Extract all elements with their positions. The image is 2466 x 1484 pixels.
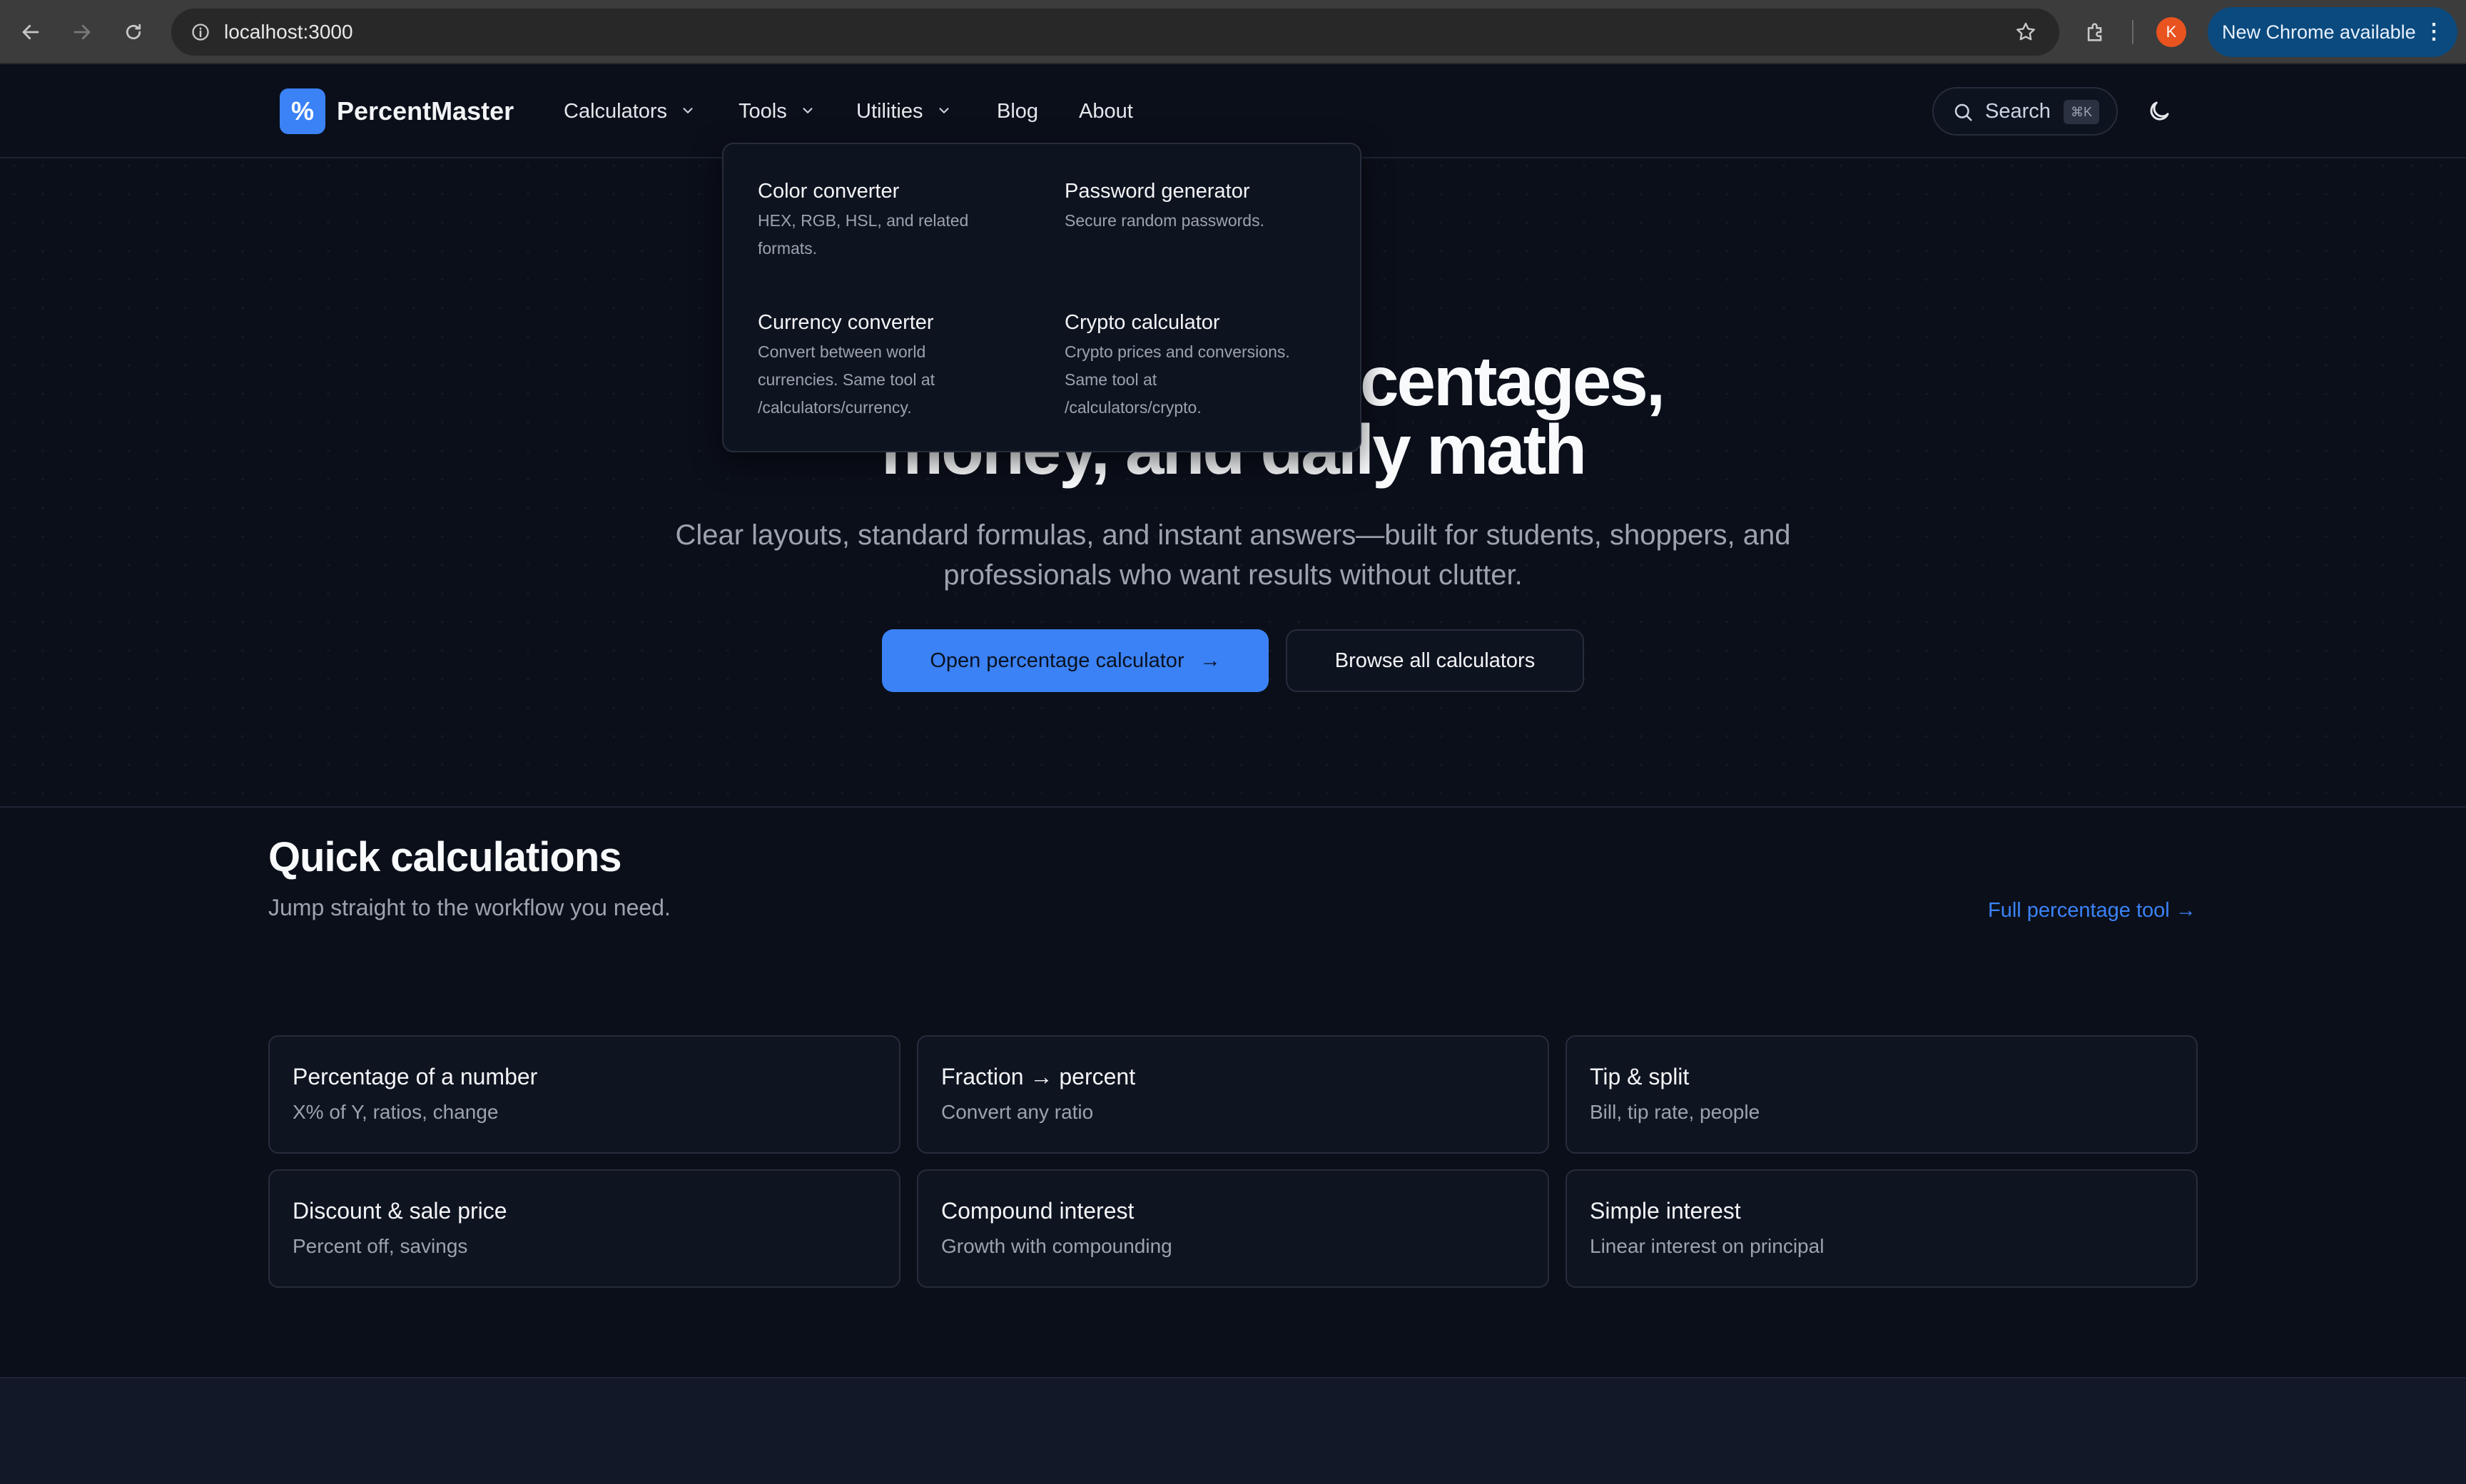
hero-subtitle: Clear layouts, standard formulas, and in…	[642, 515, 1824, 595]
search-label: Search	[1985, 100, 2051, 123]
quick-card-tip-split[interactable]: Tip & split Bill, tip rate, people	[1566, 1035, 2198, 1154]
quick-card-percentage-of-number[interactable]: Percentage of a number X% of Y, ratios, …	[268, 1035, 900, 1154]
more-menu-icon[interactable]: ⋮	[2423, 7, 2445, 57]
search-button[interactable]: Search ⌘K	[1932, 87, 2118, 136]
menu-item-description: Crypto prices and conversions. Same tool…	[1065, 338, 1343, 422]
quick-card-fraction-percent[interactable]: Fraction → percent Convert any ratio	[917, 1035, 1549, 1154]
card-title: Percentage of a number	[293, 1064, 538, 1089]
desc-line: Same tool at	[1065, 370, 1157, 389]
open-percentage-calculator-button[interactable]: Open percentage calculator →	[882, 629, 1269, 692]
desc-line: Secure random passwords.	[1065, 211, 1264, 230]
menu-item-description: Secure random passwords.	[1065, 207, 1343, 235]
desc-line: currencies. Same tool at	[758, 370, 935, 389]
nav-about[interactable]: About	[1079, 90, 1133, 133]
next-section	[0, 1378, 2466, 1484]
desc-line: HEX, RGB, HSL, and related	[758, 211, 969, 230]
back-icon[interactable]	[13, 14, 49, 50]
hero-subtitle-line-2: professionals who want results without c…	[943, 559, 1523, 591]
nav-calculators[interactable]: Calculators	[564, 90, 696, 133]
menu-item-currency-converter[interactable]: Currency converter Convert between world…	[758, 308, 1036, 422]
extensions-icon[interactable]	[2078, 14, 2114, 50]
nav-tools-label: Tools	[739, 100, 787, 123]
reload-icon[interactable]	[116, 14, 151, 50]
address-bar[interactable]: localhost:3000	[171, 9, 2059, 56]
card-title: Discount & sale price	[293, 1198, 507, 1224]
desc-line: Crypto prices and conversions.	[1065, 342, 1290, 361]
quick-card-compound-interest[interactable]: Compound interest Growth with compoundin…	[917, 1169, 1549, 1288]
nav-tools[interactable]: Tools	[739, 90, 816, 133]
browser-toolbar: localhost:3000 K New Chrome available ⋮	[0, 0, 2466, 64]
chrome-update-button[interactable]: New Chrome available ⋮	[2208, 7, 2457, 57]
card-description: Linear interest on principal	[1590, 1235, 1825, 1257]
theme-toggle-moon-icon[interactable]	[2141, 93, 2178, 130]
hero-title-fragment: centages,	[1360, 342, 1665, 420]
full-percentage-tool-link[interactable]: Full percentage tool →	[1988, 895, 2196, 926]
quick-calculations-subtitle: Jump straight to the workflow you need.	[268, 895, 671, 920]
menu-item-title: Color converter	[758, 180, 900, 203]
quick-card-discount-sale[interactable]: Discount & sale price Percent off, savin…	[268, 1169, 900, 1288]
quick-card-simple-interest[interactable]: Simple interest Linear interest on princ…	[1566, 1169, 2198, 1288]
menu-item-description: Convert between world currencies. Same t…	[758, 338, 1036, 422]
search-shortcut: ⌘K	[2064, 100, 2099, 124]
logo-icon[interactable]: %	[280, 88, 325, 134]
card-description: Bill, tip rate, people	[1590, 1101, 1760, 1123]
primary-button-label: Open percentage calculator	[930, 649, 1184, 672]
desc-line: formats.	[758, 239, 818, 258]
logo-text[interactable]: PercentMaster	[337, 90, 514, 133]
nav-utilities[interactable]: Utilities	[856, 90, 952, 133]
menu-item-color-converter[interactable]: Color converter HEX, RGB, HSL, and relat…	[758, 177, 1036, 263]
desc-line: /calculators/currency.	[758, 398, 912, 417]
card-title: Tip & split	[1590, 1064, 1690, 1089]
chevron-down-icon	[936, 91, 952, 133]
menu-item-title: Crypto calculator	[1065, 311, 1220, 334]
quick-calculations-title: Quick calculations	[268, 834, 622, 880]
site-info-icon[interactable]	[183, 14, 218, 50]
card-title: Compound interest	[941, 1198, 1135, 1224]
card-title: Fraction → percent	[941, 1064, 1136, 1089]
bookmark-star-icon[interactable]	[2008, 14, 2044, 50]
card-description: Convert any ratio	[941, 1101, 1094, 1123]
profile-avatar[interactable]: K	[2156, 17, 2186, 47]
card-description: Percent off, savings	[293, 1235, 468, 1257]
tools-dropdown-menu: Color converter HEX, RGB, HSL, and relat…	[722, 143, 1361, 452]
menu-item-description: HEX, RGB, HSL, and related formats.	[758, 207, 1036, 263]
arrow-right-icon: →	[1199, 649, 1221, 672]
card-description: X% of Y, ratios, change	[293, 1101, 499, 1123]
desc-line: Convert between world	[758, 342, 926, 361]
browse-all-calculators-button[interactable]: Browse all calculators	[1286, 629, 1584, 692]
menu-item-title: Password generator	[1065, 180, 1250, 203]
desc-line: /calculators/crypto.	[1065, 398, 1202, 417]
menu-item-password-generator[interactable]: Password generator Secure random passwor…	[1065, 177, 1343, 235]
update-label: New Chrome available	[2222, 21, 2416, 43]
nav-blog[interactable]: Blog	[997, 90, 1038, 133]
hero-subtitle-line-1: Clear layouts, standard formulas, and in…	[675, 519, 1791, 551]
toolbar-separator	[2132, 20, 2133, 44]
nav-utilities-label: Utilities	[856, 100, 923, 123]
menu-item-title: Currency converter	[758, 311, 934, 334]
chevron-down-icon	[680, 91, 696, 133]
search-icon	[1952, 101, 1974, 126]
forward-icon[interactable]	[64, 14, 100, 50]
card-title: Simple interest	[1590, 1198, 1741, 1224]
menu-item-crypto-calculator[interactable]: Crypto calculator Crypto prices and conv…	[1065, 308, 1343, 422]
card-description: Growth with compounding	[941, 1235, 1172, 1257]
url-text[interactable]: localhost:3000	[224, 9, 353, 56]
chevron-down-icon	[800, 91, 816, 133]
nav-calculators-label: Calculators	[564, 100, 668, 123]
